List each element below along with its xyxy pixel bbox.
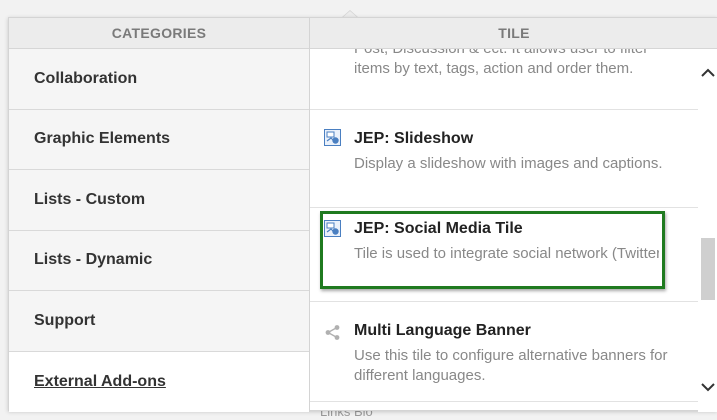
tile-title: Multi Language Banner [354, 322, 531, 339]
category-external-add-ons[interactable]: External Add-ons [9, 351, 309, 412]
tile-description: Post, Discussion & ect. It allows user t… [354, 49, 648, 77]
tile-title: JEP: Slideshow [354, 130, 474, 147]
tile-description: Display a slideshow with images and capt… [354, 155, 663, 172]
categories-list: Collaboration Graphic Elements Lists - C… [9, 49, 309, 412]
categories-column: CATEGORIES Collaboration Graphic Element… [9, 18, 310, 412]
tile-description: Tile is used to integrate social network… [354, 245, 659, 262]
category-lists-custom[interactable]: Lists - Custom [9, 170, 309, 231]
tiles-header: TILE [310, 18, 717, 49]
chevron-up-icon [701, 68, 715, 77]
categories-header: CATEGORIES [9, 18, 309, 49]
tile-description: Use this tile to configure alternative b… [354, 347, 668, 384]
tiles-column: TILE Post, Discussion & ect. It allows u… [310, 18, 717, 412]
jive-tile-icon [324, 129, 341, 146]
category-lists-dynamic[interactable]: Lists - Dynamic [9, 230, 309, 291]
scrollbar-thumb[interactable] [701, 238, 715, 300]
category-collaboration[interactable]: Collaboration [9, 49, 309, 110]
tile-picker-popover: CATEGORIES Collaboration Graphic Element… [8, 17, 717, 412]
jive-tile-icon [324, 220, 341, 237]
scroll-down-button[interactable] [698, 377, 717, 397]
scroll-up-button[interactable] [698, 63, 717, 83]
tile-multi-language-banner[interactable]: Multi Language Banner Use this tile to c… [310, 302, 698, 402]
tiles-scroll-area: Post, Discussion & ect. It allows user t… [310, 49, 698, 412]
category-support[interactable]: Support [9, 291, 309, 352]
tile-jep-social-media[interactable]: JEP: Social Media Tile Tile is used to i… [310, 208, 698, 302]
tile-title: JEP: Social Media Tile [354, 220, 523, 237]
tiles-list: Post, Discussion & ect. It allows user t… [310, 49, 698, 402]
tile-jep-slideshow[interactable]: JEP: Slideshow Display a slideshow with … [310, 110, 698, 208]
share-icon [324, 324, 341, 341]
chevron-down-icon [701, 383, 715, 392]
tile-recent-content[interactable]: Post, Discussion & ect. It allows user t… [310, 49, 698, 110]
tiles-scrollbar[interactable] [698, 49, 717, 412]
category-graphic-elements[interactable]: Graphic Elements [9, 109, 309, 170]
